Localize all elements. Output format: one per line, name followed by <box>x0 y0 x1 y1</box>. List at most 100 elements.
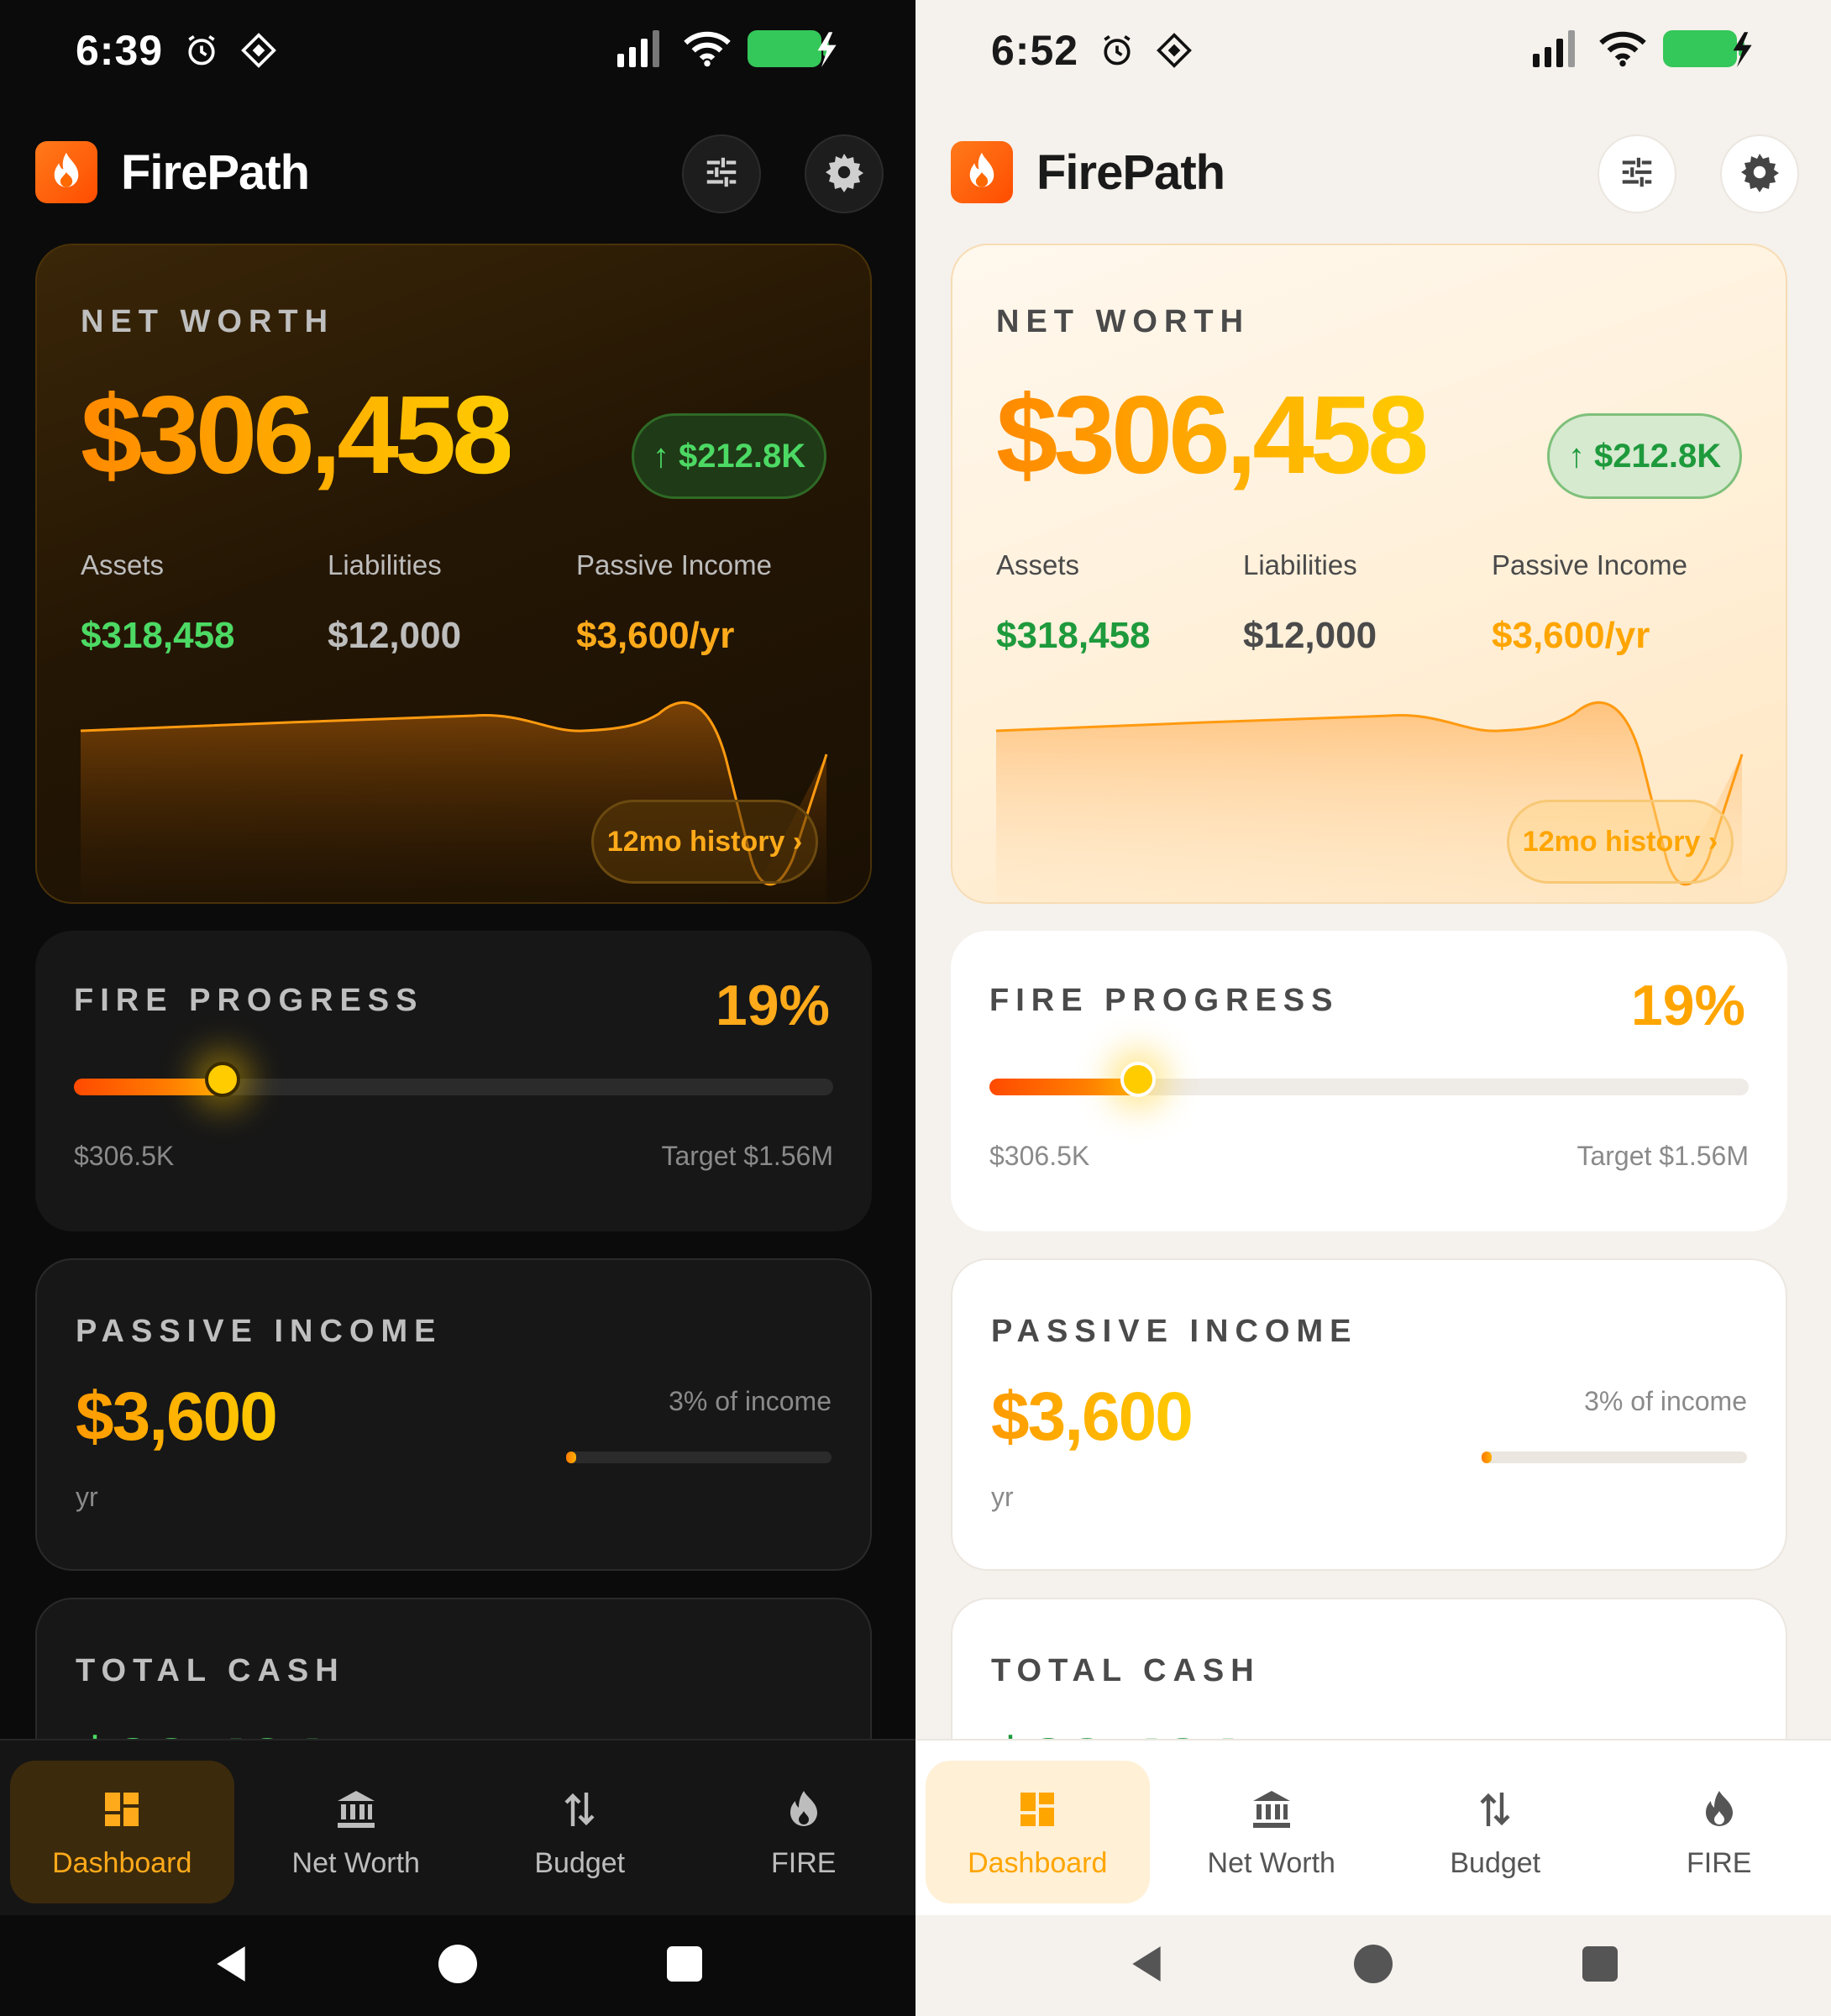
sliders-icon <box>1618 153 1656 196</box>
home-icon <box>1354 1944 1393 1987</box>
total-cash-title: TOTAL CASH <box>76 1653 345 1688</box>
wifi-icon <box>1599 30 1646 71</box>
app-header: FirePath <box>35 134 884 213</box>
battery-charging-icon <box>1663 28 1755 74</box>
signal-icon <box>615 29 667 71</box>
fire-progress-bar <box>74 1062 833 1097</box>
back-button[interactable] <box>118 1943 344 1989</box>
passive-income-card[interactable]: PASSIVE INCOME $3,600 yr 3% of income <box>951 1258 1787 1571</box>
settings-button[interactable] <box>805 134 884 213</box>
net-worth-value: $306,458 <box>996 373 1430 496</box>
fire-progress-bar <box>989 1062 1749 1097</box>
net-worth-label: NET WORTH <box>81 304 335 339</box>
flame-logo-icon <box>951 141 1013 203</box>
fire-progress-label: FIRE PROGRESS <box>989 983 1340 1018</box>
settings-button[interactable] <box>1720 134 1799 213</box>
fire-progress-percent: 19% <box>715 974 830 1037</box>
flame-logo-icon <box>35 141 97 203</box>
dashboard-grid-icon <box>1017 1785 1057 1834</box>
fire-target-value: Target $1.56M <box>1577 1141 1749 1171</box>
history-button[interactable]: 12mo history › <box>591 800 818 884</box>
light-mode-screen: 6:52 FirePath NET WORTH $306,458 ↑ $212.… <box>916 0 1831 2016</box>
bottom-nav: Dashboard Net Worth Budget FIRE <box>0 1739 916 1915</box>
nav-fire[interactable]: FIRE <box>692 1761 916 1903</box>
app-title: FirePath <box>1036 144 1225 200</box>
liabilities-label: Liabilities <box>328 549 442 580</box>
assets-value: $318,458 <box>81 615 235 656</box>
recents-icon <box>1582 1945 1618 1986</box>
fire-icon <box>1702 1785 1736 1834</box>
system-nav-bar <box>916 1915 1831 2016</box>
alarm-icon <box>183 32 220 69</box>
assets-label: Assets <box>996 549 1080 580</box>
passive-income-label: Passive Income <box>576 549 772 580</box>
passive-income-title: PASSIVE INCOME <box>991 1314 1358 1349</box>
nav-net-worth-label: Net Worth <box>1207 1846 1335 1879</box>
passive-income-share-bar <box>1482 1452 1747 1463</box>
fire-current-value: $306.5K <box>74 1141 175 1171</box>
fire-progress-knob <box>205 1062 241 1097</box>
net-worth-change-badge: ↑ $212.8K <box>1547 413 1742 499</box>
battery-charging-icon <box>748 28 840 74</box>
liabilities-value: $12,000 <box>328 615 462 656</box>
nav-dashboard[interactable]: Dashboard <box>926 1761 1150 1903</box>
net-worth-change-badge: ↑ $212.8K <box>632 413 826 499</box>
nav-budget-label: Budget <box>534 1846 626 1879</box>
status-time: 6:39 <box>76 27 164 74</box>
nav-net-worth[interactable]: Net Worth <box>244 1761 469 1903</box>
filter-button[interactable] <box>682 134 761 213</box>
fire-progress-knob <box>1120 1062 1157 1097</box>
home-button[interactable] <box>1260 1944 1487 1987</box>
passive-income-period: yr <box>76 1482 98 1512</box>
recents-button[interactable] <box>571 1945 798 1986</box>
nav-fire-label: FIRE <box>771 1846 837 1879</box>
nav-dashboard[interactable]: Dashboard <box>10 1761 234 1903</box>
bottom-nav: Dashboard Net Worth Budget FIRE <box>916 1739 1831 1915</box>
home-icon <box>438 1944 477 1987</box>
signal-icon <box>1530 29 1582 71</box>
status-time: 6:52 <box>991 27 1079 74</box>
fire-progress-percent: 19% <box>1630 974 1745 1037</box>
tag-icon <box>1156 32 1193 69</box>
nav-net-worth-label: Net Worth <box>291 1846 420 1879</box>
passive-income-amount: $3,600 <box>76 1378 278 1455</box>
home-button[interactable] <box>344 1944 571 1987</box>
fire-progress-fill <box>74 1079 223 1095</box>
fire-progress-card: FIRE PROGRESS 19% $306.5K Target $1.56M <box>35 931 872 1231</box>
transfer-arrows-icon <box>563 1785 596 1834</box>
fire-progress-card: FIRE PROGRESS 19% $306.5K Target $1.56M <box>951 931 1787 1231</box>
back-button[interactable] <box>1033 1943 1260 1989</box>
nav-net-worth[interactable]: Net Worth <box>1160 1761 1384 1903</box>
nav-budget[interactable]: Budget <box>1383 1761 1608 1903</box>
nav-fire-label: FIRE <box>1687 1846 1752 1879</box>
dark-mode-screen: 6:39 FirePath NET WORTH $306,458 ↑ $212.… <box>0 0 916 2016</box>
passive-income-share-bar <box>566 1452 832 1463</box>
nav-fire[interactable]: FIRE <box>1608 1761 1831 1903</box>
app-header: FirePath <box>951 134 1799 213</box>
passive-income-share-fill <box>566 1452 576 1463</box>
passive-income-card[interactable]: PASSIVE INCOME $3,600 yr 3% of income <box>35 1258 872 1571</box>
history-button[interactable]: 12mo history › <box>1507 800 1734 884</box>
recents-button[interactable] <box>1487 1945 1713 1986</box>
fire-current-value: $306.5K <box>989 1141 1090 1171</box>
nav-dashboard-label: Dashboard <box>52 1846 192 1879</box>
filter-button[interactable] <box>1598 134 1676 213</box>
back-icon <box>212 1943 249 1989</box>
passive-income-value: $3,600/yr <box>1492 615 1650 656</box>
passive-income-label: Passive Income <box>1492 549 1687 580</box>
nav-dashboard-label: Dashboard <box>968 1846 1108 1879</box>
liabilities-value: $12,000 <box>1243 615 1377 656</box>
app-title: FirePath <box>121 144 310 200</box>
net-worth-value: $306,458 <box>81 373 514 496</box>
liabilities-label: Liabilities <box>1243 549 1357 580</box>
bank-icon <box>336 1785 376 1834</box>
passive-income-amount: $3,600 <box>991 1378 1194 1455</box>
gear-icon <box>1739 152 1780 197</box>
wifi-icon <box>684 30 731 71</box>
system-nav-bar <box>0 1915 916 2016</box>
nav-budget[interactable]: Budget <box>468 1761 692 1903</box>
gear-icon <box>824 152 864 197</box>
passive-income-share-fill <box>1482 1452 1492 1463</box>
fire-icon <box>787 1785 821 1834</box>
fire-target-value: Target $1.56M <box>661 1141 833 1171</box>
